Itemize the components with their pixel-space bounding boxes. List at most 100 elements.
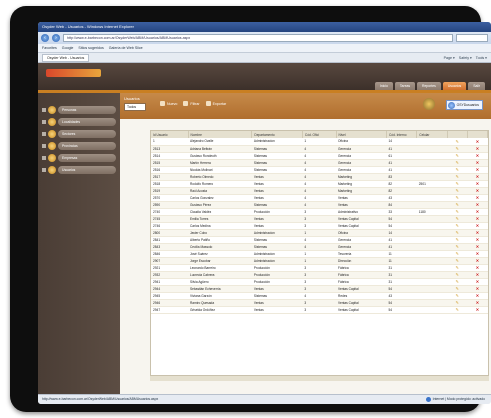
delete-row-button[interactable]: ✕ bbox=[467, 194, 488, 202]
url-input[interactable]: http://www.e-barbecon.com.ar/OsyderWeb/A… bbox=[63, 34, 453, 42]
table-row[interactable]: 1 Alejandro Ovalle Administracion 1 Oficina 1… bbox=[151, 138, 488, 146]
edit-row-button[interactable]: ✎ bbox=[447, 145, 468, 153]
sidebar-item[interactable]: Localidades bbox=[42, 117, 120, 127]
delete-row-button[interactable]: ✕ bbox=[467, 250, 488, 258]
new-button[interactable]: Nuevo bbox=[160, 101, 177, 106]
table-row[interactable]: 2941 Silvia Agüero Producción 3 Fábrica 31 ✎ ✕ bbox=[151, 278, 488, 286]
table-row[interactable]: 2515 Martín Herrera Sistemas 4 Gerencia 41 ✎ ✕ bbox=[151, 159, 488, 167]
table-row[interactable]: 2518 Rodolfo Romero Ventas 4 Marketing 82 2501… bbox=[151, 180, 488, 188]
edit-row-button[interactable]: ✎ bbox=[447, 285, 468, 293]
delete-row-button[interactable]: ✕ bbox=[467, 292, 488, 300]
delete-row-button[interactable]: ✕ bbox=[467, 159, 488, 167]
browser-tab[interactable]: Osyder Web - Usuarios bbox=[42, 53, 90, 62]
user-badge[interactable]: OSYDusuarios bbox=[445, 100, 483, 110]
export-button[interactable]: Exportar bbox=[205, 101, 226, 106]
settings-gear-icon[interactable] bbox=[423, 98, 435, 110]
delete-row-button[interactable]: ✕ bbox=[467, 229, 488, 237]
delete-row-button[interactable]: ✕ bbox=[467, 180, 488, 188]
column-header[interactable] bbox=[447, 131, 468, 138]
edit-row-button[interactable]: ✎ bbox=[447, 229, 468, 237]
app-tab[interactable]: Inicio bbox=[374, 82, 393, 90]
edit-row-button[interactable]: ✎ bbox=[447, 222, 468, 230]
page-menu[interactable]: Page ▾ bbox=[444, 56, 455, 60]
favorites-link[interactable]: Favorites bbox=[42, 46, 57, 50]
edit-row-button[interactable]: ✎ bbox=[447, 187, 468, 195]
delete-row-button[interactable]: ✕ bbox=[467, 236, 488, 244]
edit-row-button[interactable]: ✎ bbox=[447, 194, 468, 202]
delete-row-button[interactable]: ✕ bbox=[467, 271, 488, 279]
column-header[interactable] bbox=[467, 131, 489, 138]
delete-row-button[interactable]: ✕ bbox=[467, 145, 488, 153]
delete-row-button[interactable]: ✕ bbox=[467, 257, 488, 265]
delete-row-button[interactable]: ✕ bbox=[467, 306, 488, 314]
column-header[interactable]: Id Usuario bbox=[151, 131, 189, 138]
app-tab[interactable]: Reportes bbox=[417, 82, 441, 90]
sidebar-item[interactable]: Provincias bbox=[42, 141, 120, 151]
table-row[interactable]: 2800 Javier Cobo Administracion 1 Oficina 14 ✎… bbox=[151, 229, 488, 237]
delete-row-button[interactable]: ✕ bbox=[467, 215, 488, 223]
edit-row-button[interactable]: ✎ bbox=[447, 306, 468, 314]
edit-row-button[interactable]: ✎ bbox=[447, 152, 468, 160]
delete-row-button[interactable]: ✕ bbox=[467, 299, 488, 307]
safety-menu[interactable]: Safety ▾ bbox=[459, 56, 472, 60]
delete-row-button[interactable]: ✕ bbox=[467, 222, 488, 230]
sidebar-item[interactable]: Usuarios bbox=[42, 165, 120, 175]
column-header[interactable]: Nivel bbox=[336, 131, 388, 138]
edit-row-button[interactable]: ✎ bbox=[447, 243, 468, 251]
column-header[interactable]: Cód. Interno bbox=[386, 131, 418, 138]
column-header[interactable]: Departamento bbox=[251, 131, 303, 138]
edit-row-button[interactable]: ✎ bbox=[447, 173, 468, 181]
edit-row-button[interactable]: ✎ bbox=[447, 180, 468, 188]
edit-row-button[interactable]: ✎ bbox=[447, 278, 468, 286]
edit-row-button[interactable]: ✎ bbox=[447, 159, 468, 167]
app-tab[interactable]: Tareas bbox=[394, 82, 416, 90]
edit-row-button[interactable]: ✎ bbox=[447, 250, 468, 258]
table-row[interactable]: 2947 Griselda Ordóñez Ventas 3 Ventas Capita… bbox=[151, 306, 488, 314]
app-tab-active[interactable]: Usuarios bbox=[442, 82, 467, 90]
table-row[interactable]: 2907 Jorge Escobar Administracion 1 Direcció… bbox=[151, 257, 488, 265]
table-row[interactable]: 2516 Nicolás Molinari Sistemas 4 Gerencia 41 ✎… bbox=[151, 166, 488, 174]
column-header[interactable]: Celular bbox=[416, 131, 448, 138]
edit-row-button[interactable]: ✎ bbox=[447, 201, 468, 209]
edit-row-button[interactable]: ✎ bbox=[447, 208, 468, 216]
delete-row-button[interactable]: ✕ bbox=[467, 264, 488, 272]
table-row[interactable]: 2514 Gustavo Rondeuth Sistemas 4 Gerencia 61 ✎… bbox=[151, 152, 488, 160]
table-row[interactable]: 2570 Carlos Gonzalez Ventas 4 Ventas 43 ✎ ✕ bbox=[151, 194, 488, 202]
table-row[interactable]: 2590 Gustavo Pérez Sistemas 4 Ventas 84 ✎ ✕ bbox=[151, 201, 488, 209]
delete-row-button[interactable]: ✕ bbox=[467, 138, 488, 146]
edit-row-button[interactable]: ✎ bbox=[447, 292, 468, 300]
table-row[interactable]: 2945 Viviana Garzón Sistemas 4 Redes 43 ✎ ✕ bbox=[151, 292, 488, 300]
sidebar-item[interactable]: Personas bbox=[42, 105, 120, 115]
table-row[interactable]: 2846 José Suárez Administracion 1 Tesorería 1… bbox=[151, 250, 488, 258]
table-row[interactable]: 2745 Emilia Torres Ventas 3 Ventas Capital 54… bbox=[151, 215, 488, 223]
favorites-link[interactable]: Google bbox=[62, 46, 74, 50]
delete-row-button[interactable]: ✕ bbox=[467, 173, 488, 181]
table-row[interactable]: 2517 Roberto Olmedo Ventas 4 Marketing 83 ✎ ✕ bbox=[151, 173, 488, 181]
delete-row-button[interactable]: ✕ bbox=[467, 166, 488, 174]
delete-row-button[interactable]: ✕ bbox=[467, 152, 488, 160]
delete-row-button[interactable]: ✕ bbox=[467, 278, 488, 286]
edit-row-button[interactable]: ✎ bbox=[447, 264, 468, 272]
edit-row-button[interactable]: ✎ bbox=[447, 299, 468, 307]
edit-row-button[interactable]: ✎ bbox=[447, 166, 468, 174]
table-row[interactable]: 2843 Cecilia Massolo Sistemas 4 Gerencia 41 ✎ ✕ bbox=[151, 243, 488, 251]
edit-row-button[interactable]: ✎ bbox=[447, 271, 468, 279]
delete-row-button[interactable]: ✕ bbox=[467, 285, 488, 293]
table-row[interactable]: 2746 Carlos Medina Ventas 3 Ventas Capital 54… bbox=[151, 222, 488, 230]
table-row[interactable]: 2513 Adriana Beltrán Sistemas 4 Gerencia 41 ✎ ✕ bbox=[151, 145, 488, 153]
back-icon[interactable]: ‹ bbox=[41, 34, 49, 42]
table-row[interactable]: 2921 Leonardo Barreiro Producción 3 Fábrica 3… bbox=[151, 264, 488, 272]
delete-row-button[interactable]: ✕ bbox=[467, 208, 488, 216]
table-row[interactable]: 2946 Ramiro Quesada Ventas 3 Ventas Capital 5… bbox=[151, 299, 488, 307]
column-header[interactable]: Cód. Ofici bbox=[302, 131, 337, 138]
edit-row-button[interactable]: ✎ bbox=[447, 138, 468, 146]
table-row[interactable]: 2944 Sebastián Echeverría Ventas 3 Ventas Ca… bbox=[151, 285, 488, 293]
filter-select[interactable]: Todos bbox=[124, 103, 146, 111]
search-input[interactable] bbox=[456, 34, 488, 42]
delete-row-button[interactable]: ✕ bbox=[467, 201, 488, 209]
sidebar-item[interactable]: Sectores bbox=[42, 129, 120, 139]
edit-row-button[interactable]: ✎ bbox=[447, 257, 468, 265]
favorites-link[interactable]: Galería de Web Slice bbox=[109, 46, 143, 50]
edit-row-button[interactable]: ✎ bbox=[447, 236, 468, 244]
app-tab[interactable]: Salir bbox=[468, 82, 485, 90]
